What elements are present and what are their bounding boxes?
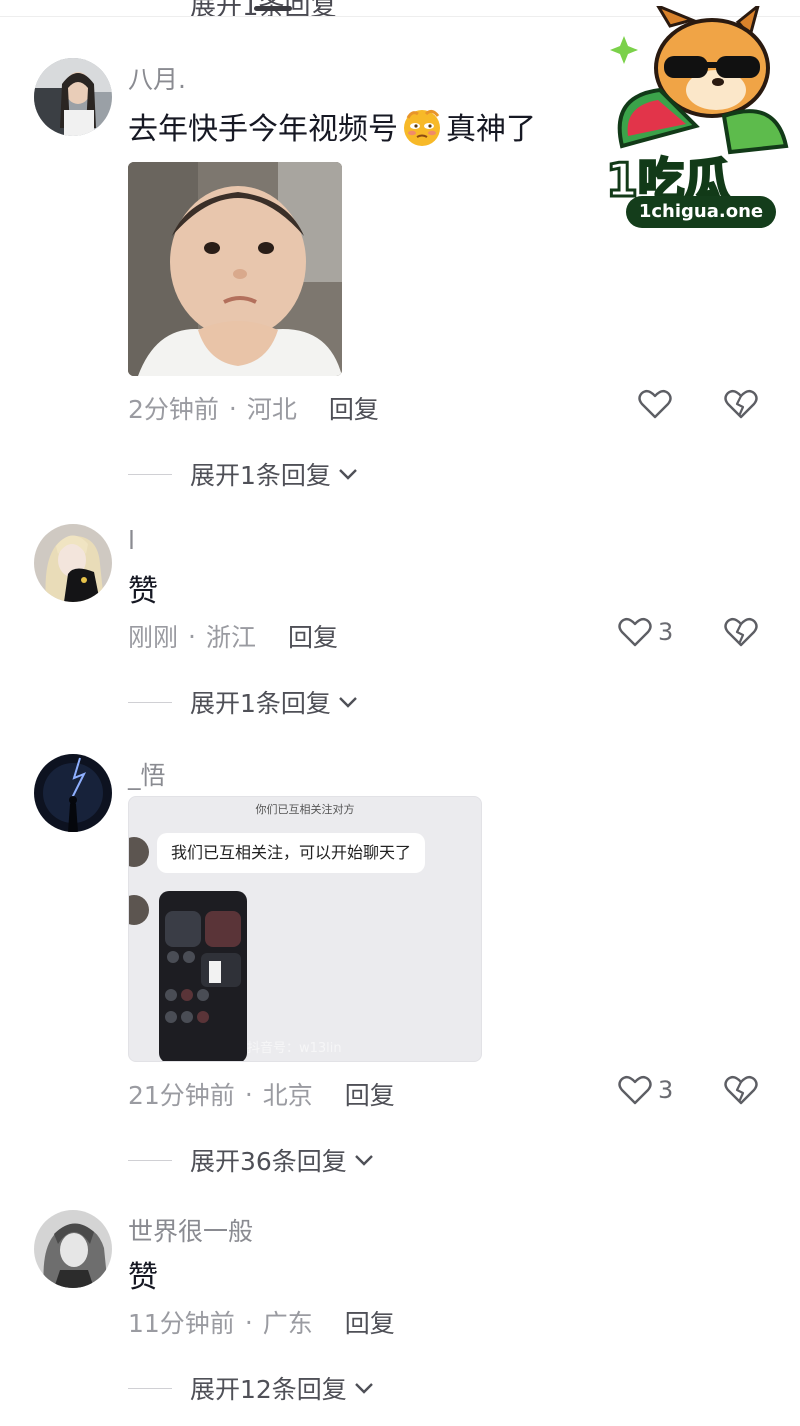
username[interactable]: l bbox=[128, 526, 135, 555]
expand-replies-button[interactable]: 展开1条回复 bbox=[128, 456, 359, 492]
like-button[interactable] bbox=[638, 388, 672, 420]
like-count: 3 bbox=[658, 618, 674, 646]
reply-button[interactable]: 回复 bbox=[345, 1076, 395, 1112]
logo-domain: 1chigua.one bbox=[626, 196, 776, 228]
expand-replies-button[interactable]: 展开1条回复 bbox=[128, 684, 359, 720]
avatar[interactable] bbox=[34, 524, 112, 602]
mascot-icon bbox=[610, 1, 789, 155]
broken-heart-icon bbox=[724, 617, 758, 647]
reply-button[interactable]: 回复 bbox=[329, 390, 379, 426]
like-button[interactable]: 3 bbox=[618, 616, 673, 648]
comment-text: 赞 bbox=[128, 1260, 158, 1295]
divider-line bbox=[128, 701, 172, 703]
phone-screenshot bbox=[159, 891, 247, 1061]
comment-list-page: 展开1条回复 八月. 去年快手今年视频号 真神了 2分钟前 · 河北 回复 展开… bbox=[0, 0, 800, 1426]
comment-meta: 刚刚 · 浙江 回复 bbox=[128, 618, 338, 654]
comment-location: 河北 bbox=[246, 395, 297, 424]
comment-time: 2分钟前 bbox=[128, 395, 219, 424]
dislike-button[interactable] bbox=[724, 1074, 758, 1110]
chat-header: 你们已互相关注对方 bbox=[255, 803, 355, 816]
comment-image[interactable]: 你们已互相关注对方 我们已互相关注，可以开始聊天了 抖音号：w13lin bbox=[128, 796, 482, 1062]
divider-line bbox=[128, 1387, 172, 1389]
avatar[interactable] bbox=[34, 58, 112, 136]
chat-watermark: 抖音号：w13lin bbox=[247, 1041, 342, 1056]
dislike-button[interactable] bbox=[724, 388, 758, 424]
comment-text-part: 真神了 bbox=[446, 112, 536, 147]
previous-expand-replies[interactable]: 展开1条回复 bbox=[190, 0, 337, 16]
expand-replies-label: 展开36条回复 bbox=[190, 1147, 347, 1176]
username[interactable]: 世界很一般 bbox=[128, 1212, 253, 1248]
dislike-button[interactable] bbox=[724, 616, 758, 652]
like-count: 3 bbox=[658, 1076, 674, 1104]
chat-avatar bbox=[129, 895, 149, 925]
heart-outline-icon bbox=[618, 1075, 652, 1105]
reply-button[interactable]: 回复 bbox=[345, 1304, 395, 1340]
chevron-down-icon bbox=[339, 469, 357, 480]
comment-meta: 2分钟前 · 河北 回复 bbox=[128, 390, 379, 426]
divider-line bbox=[128, 473, 172, 475]
avatar[interactable] bbox=[34, 754, 112, 832]
comment-location: 广东 bbox=[262, 1309, 313, 1338]
chat-bubble: 我们已互相关注，可以开始聊天了 bbox=[157, 833, 426, 873]
comment-meta: 11分钟前 · 广东 回复 bbox=[128, 1304, 395, 1340]
separator-dot: · bbox=[228, 393, 237, 423]
dizzy-face-emoji-icon bbox=[400, 104, 444, 148]
expand-replies-label: 展开12条回复 bbox=[190, 1375, 347, 1404]
like-button[interactable]: 3 bbox=[618, 1074, 673, 1106]
expand-replies-button[interactable]: 展开36条回复 bbox=[128, 1142, 375, 1178]
comment-location: 浙江 bbox=[205, 623, 256, 652]
chevron-down-icon bbox=[339, 697, 357, 708]
comment-text: 赞 bbox=[128, 574, 158, 609]
separator-dot: · bbox=[188, 621, 196, 651]
expand-replies-button[interactable]: 展开12条回复 bbox=[128, 1370, 375, 1406]
chevron-down-icon bbox=[354, 1155, 373, 1166]
comment-location: 北京 bbox=[262, 1081, 313, 1110]
heart-outline-icon bbox=[618, 617, 652, 647]
site-logo: 1吃瓜 1chigua.one bbox=[600, 1, 796, 238]
expand-replies-label: 展开1条回复 bbox=[190, 689, 331, 718]
heart-outline-icon bbox=[638, 389, 672, 419]
comment-time: 刚刚 bbox=[128, 623, 179, 652]
expand-replies-label: 展开1条回复 bbox=[190, 461, 331, 490]
broken-heart-icon bbox=[724, 1075, 758, 1105]
separator-dot: · bbox=[244, 1079, 253, 1109]
comment-meta: 21分钟前 · 北京 回复 bbox=[128, 1076, 395, 1112]
comment-time: 21分钟前 bbox=[128, 1081, 235, 1110]
comment-image[interactable] bbox=[128, 162, 342, 376]
reply-button[interactable]: 回复 bbox=[288, 618, 338, 654]
comment-time: 11分钟前 bbox=[128, 1309, 235, 1338]
chat-avatar bbox=[129, 837, 149, 867]
separator-dot: · bbox=[244, 1307, 253, 1337]
chevron-down-icon bbox=[354, 1383, 373, 1394]
divider-line bbox=[128, 1159, 172, 1161]
comment-text-part: 去年快手今年视频号 bbox=[128, 112, 398, 147]
username[interactable]: 八月. bbox=[128, 60, 186, 96]
avatar[interactable] bbox=[34, 1210, 112, 1288]
broken-heart-icon bbox=[724, 389, 758, 419]
drag-handle[interactable] bbox=[254, 6, 292, 11]
username[interactable]: _悟 bbox=[128, 756, 166, 792]
comment-text: 去年快手今年视频号 真神了 bbox=[128, 104, 536, 148]
